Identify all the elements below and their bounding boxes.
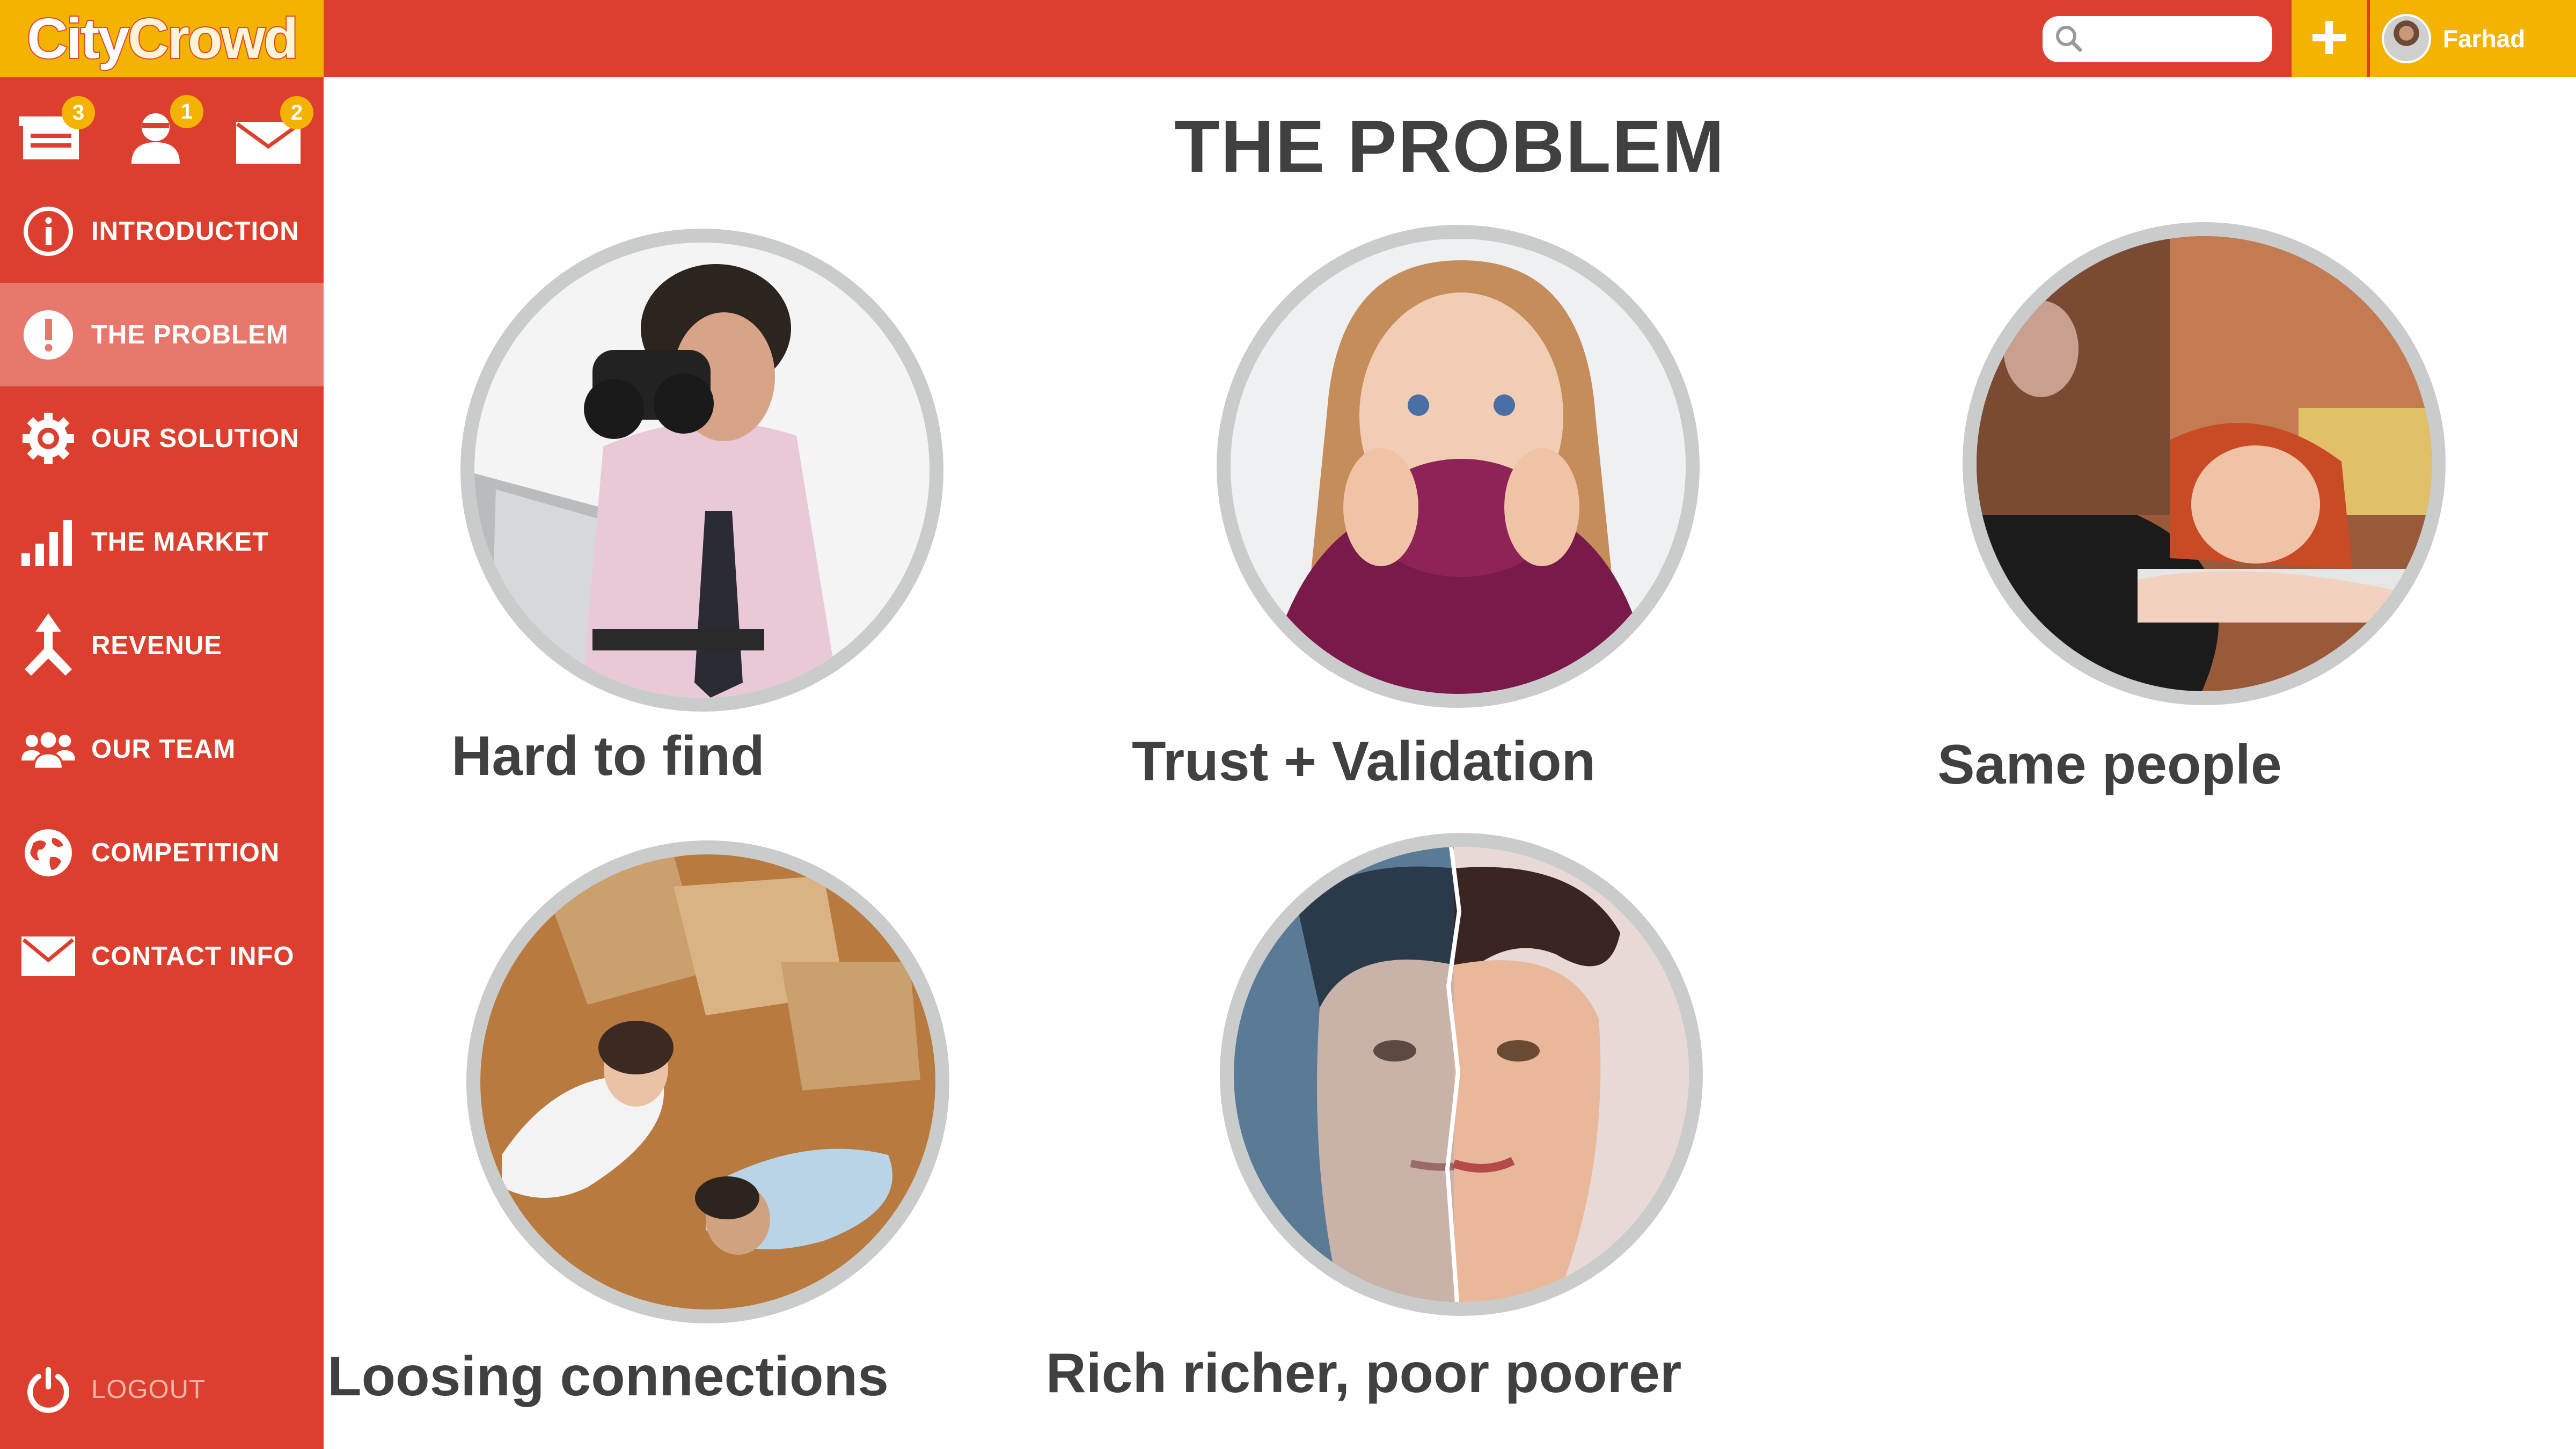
sidebar-item-label: THE MARKET <box>91 527 269 557</box>
envelope-icon <box>21 930 75 983</box>
sidebar-item-label: INTRODUCTION <box>91 216 299 246</box>
avatar <box>2382 14 2431 63</box>
sidebar-item-revenue[interactable]: REVENUE <box>0 594 324 697</box>
problem-label-loosing-connections: Loosing connections <box>327 1345 889 1408</box>
top-bar: CityCrowd Farhad <box>0 0 2576 77</box>
logout-label: LOGOUT <box>91 1375 206 1404</box>
notification-row: 3 1 2 <box>0 77 324 179</box>
inbox-badge: 3 <box>62 96 95 129</box>
power-icon <box>21 1363 75 1416</box>
problem-image-hard-to-find <box>460 229 943 712</box>
user-name: Farhad <box>2443 25 2526 53</box>
search-icon <box>2053 23 2083 56</box>
team-icon <box>21 722 75 776</box>
user-menu[interactable]: Farhad <box>2370 0 2576 77</box>
sidebar-item-contact-info[interactable]: CONTACT INFO <box>0 904 324 1008</box>
globe-icon <box>21 826 75 880</box>
logout-button[interactable]: LOGOUT <box>21 1360 206 1419</box>
problem-label-hard-to-find: Hard to find <box>451 725 765 787</box>
exclamation-icon <box>21 308 75 362</box>
user-request-icon <box>126 113 185 168</box>
info-icon <box>21 204 75 258</box>
logo-text-crowd: Crowd <box>127 7 299 70</box>
sidebar-item-competition[interactable]: COMPETITION <box>0 801 324 904</box>
sidebar-item-the-problem[interactable]: THE PROBLEM <box>0 283 324 386</box>
problem-label-rich-richer: Rich richer, poor poorer <box>1045 1342 1682 1404</box>
page-title: THE PROBLEM <box>1174 105 1725 188</box>
problem-image-trust-validation <box>1217 225 1700 708</box>
add-button[interactable] <box>2292 0 2367 77</box>
main-content: THE PROBLEM Hard to find Trust + Validat… <box>324 77 2576 1449</box>
gear-icon <box>21 412 75 465</box>
mail-badge: 2 <box>280 96 313 129</box>
problem-image-rich-richer <box>1220 833 1703 1316</box>
search-input[interactable] <box>2092 27 2269 52</box>
problem-label-trust-validation: Trust + Validation <box>1132 730 1596 793</box>
sidebar-item-the-market[interactable]: THE MARKET <box>0 490 324 594</box>
sidebar-item-label: OUR TEAM <box>91 734 236 764</box>
inbox-notification[interactable]: 3 <box>19 96 95 177</box>
mail-notification[interactable]: 2 <box>235 96 313 177</box>
problem-image-loosing-connections <box>466 840 949 1323</box>
sidebar-item-label: COMPETITION <box>91 838 280 867</box>
problem-label-same-people: Same people <box>1937 734 2282 796</box>
user-request-badge: 1 <box>170 95 203 128</box>
logo-text-city: City <box>26 7 130 70</box>
sidebar-item-label: OUR SOLUTION <box>91 423 299 453</box>
plus-icon <box>2310 19 2348 59</box>
search-box[interactable] <box>2043 16 2272 62</box>
sidebar-item-label: THE PROBLEM <box>91 320 289 349</box>
sidebar-item-our-solution[interactable]: OUR SOLUTION <box>0 386 324 490</box>
mail-icon <box>235 122 302 168</box>
problem-image-same-people <box>1963 222 2446 705</box>
sidebar-item-label: REVENUE <box>91 631 222 660</box>
inbox-icon <box>19 116 83 168</box>
sidebar-item-label: CONTACT INFO <box>91 941 295 971</box>
sidebar-item-introduction[interactable]: INTRODUCTION <box>0 179 324 283</box>
sidebar-nav: INTRODUCTION THE PROBLEM OUR SOLUTION TH… <box>0 179 324 1008</box>
bar-chart-icon <box>21 515 75 569</box>
citycrowd-logo[interactable]: CityCrowd <box>0 0 324 77</box>
user-request-notification[interactable]: 1 <box>126 95 203 177</box>
merge-arrows-icon <box>21 613 75 676</box>
